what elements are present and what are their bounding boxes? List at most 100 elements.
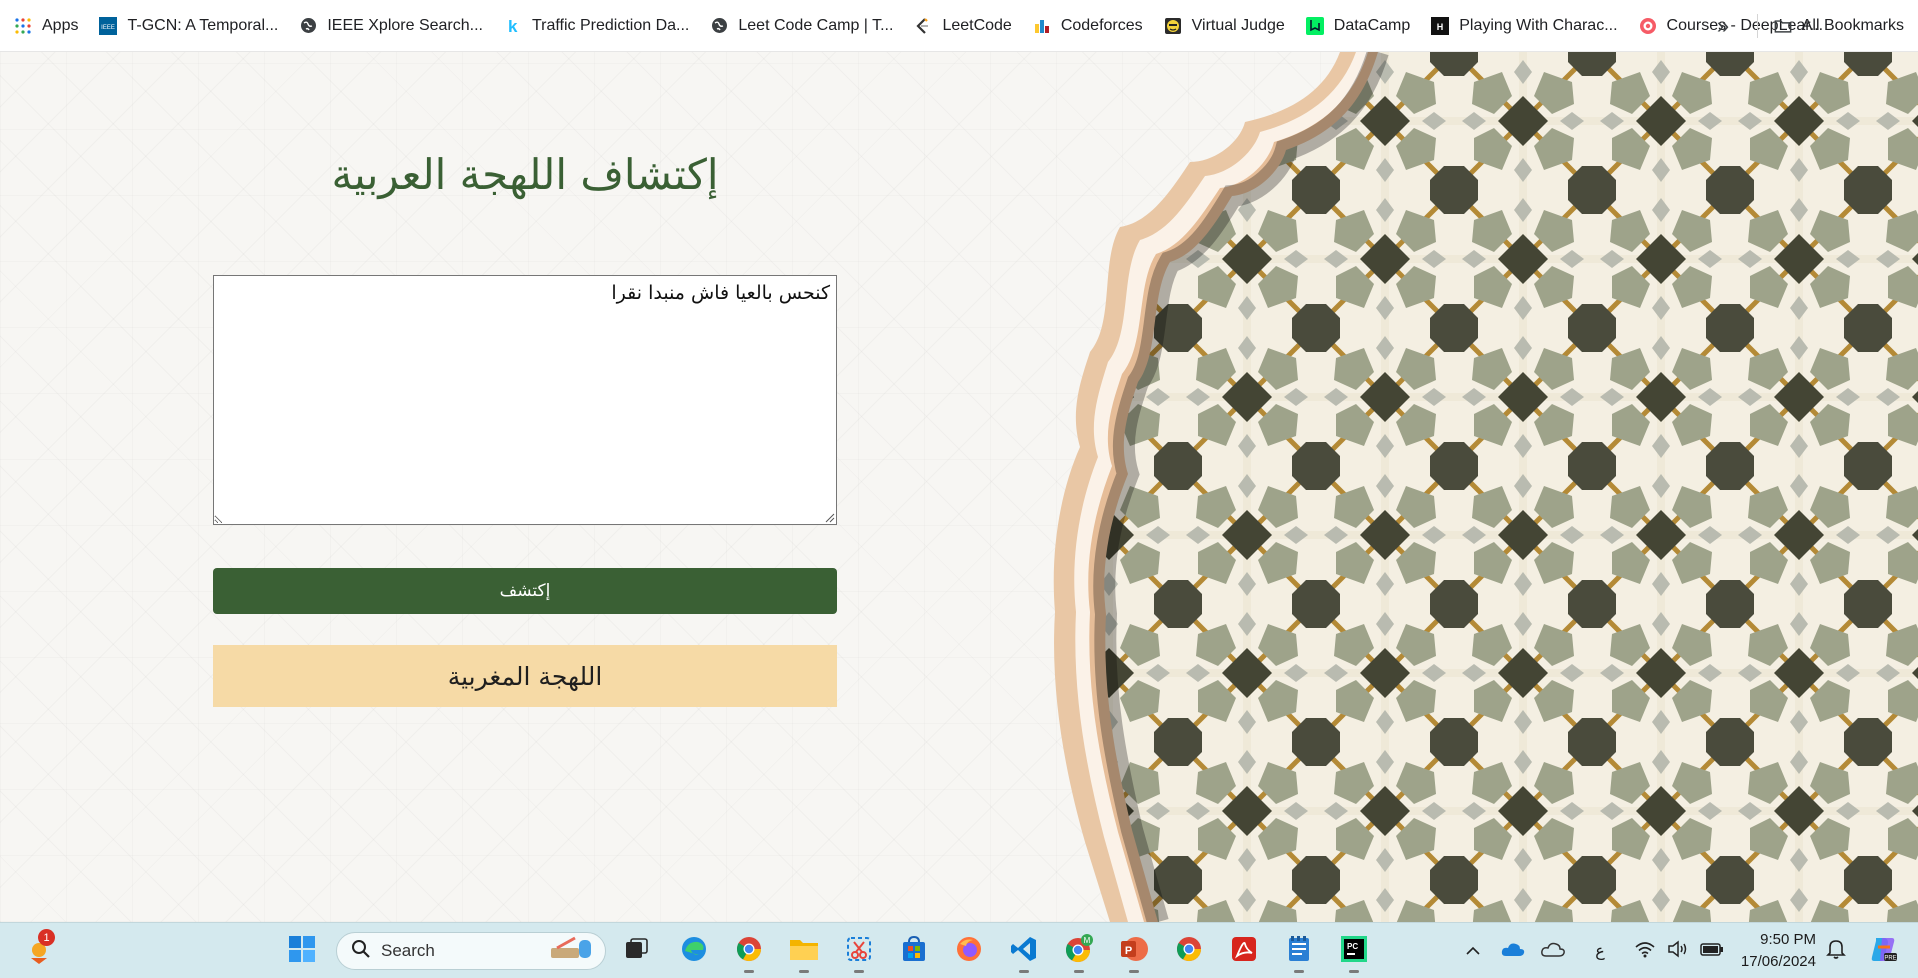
ieee-icon: IEEE: [99, 16, 118, 35]
running-indicator: [1019, 970, 1029, 973]
globe-icon: [299, 17, 317, 35]
cloud-outline-icon: [1541, 941, 1565, 961]
copilot-icon: PRE: [1868, 935, 1898, 967]
onedrive-cloud-icon: [1501, 941, 1525, 961]
taskbar-app-pycharm[interactable]: PC: [1336, 933, 1372, 973]
bell-icon: [1826, 938, 1846, 964]
wifi-icon: [1634, 940, 1656, 962]
bookmark-tgcn[interactable]: IEEE T-GCN: A Temporal...: [99, 9, 287, 43]
windows-taskbar: 1 Search M P PC ع 9:50 PM 17/06/2024 PRE: [0, 922, 1918, 978]
bookmark-label: Virtual Judge: [1191, 16, 1285, 34]
chrome-icon: [1175, 935, 1203, 967]
running-indicator: [799, 970, 809, 973]
bookmark-traffic-prediction[interactable]: k Traffic Prediction Da...: [504, 9, 698, 43]
running-indicator: [1129, 970, 1139, 973]
svg-text:PRE: PRE: [1884, 956, 1896, 962]
bookmark-label: DataCamp: [1333, 16, 1411, 34]
chrome-profile-icon: M: [1064, 934, 1094, 968]
taskbar-app-notepad[interactable]: [1281, 933, 1317, 973]
firefox-icon: [955, 935, 983, 967]
taskbar-clock[interactable]: 9:50 PM 17/06/2024: [1716, 929, 1816, 973]
bookmark-label: T-GCN: A Temporal...: [127, 16, 279, 34]
show-hidden-icons-button[interactable]: [1463, 937, 1483, 965]
svg-text:H: H: [1437, 22, 1444, 32]
chrome-icon: [735, 935, 763, 967]
volume-icon: [1667, 940, 1689, 962]
running-indicator: [1074, 970, 1084, 973]
onedrive-tray[interactable]: [1500, 937, 1526, 965]
all-bookmarks-button[interactable]: All Bookmarks: [1774, 9, 1904, 43]
bookmark-playing-with-characters[interactable]: H Playing With Charac...: [1431, 9, 1626, 43]
quick-settings-button[interactable]: [1634, 937, 1724, 965]
taskbar-app-chrome-profile[interactable]: M: [1061, 933, 1097, 973]
snipping-tool-icon: [845, 935, 873, 967]
taskbar-app-edge[interactable]: [676, 933, 712, 969]
search-highlight-icon: [549, 936, 595, 966]
notifications-button[interactable]: [1824, 937, 1848, 965]
powerpoint-icon: P: [1119, 935, 1149, 967]
running-indicator: [1349, 970, 1359, 973]
svg-text:M: M: [1084, 936, 1091, 945]
taskbar-app-store[interactable]: [896, 933, 932, 969]
dialect-text-input[interactable]: كنحس بالعيا فاش منبدا نقرا: [213, 275, 837, 525]
acrobat-icon: [1230, 935, 1258, 967]
taskbar-search[interactable]: Search: [336, 932, 606, 970]
taskbar-app-powerpoint[interactable]: P: [1116, 933, 1152, 973]
bookmarks-bar: Apps IEEE T-GCN: A Temporal... IEEE Xplo…: [0, 0, 1918, 52]
codeforces-icon: [1033, 17, 1051, 35]
bookmark-label: Playing With Charac...: [1459, 16, 1618, 34]
start-button[interactable]: [284, 933, 320, 969]
task-view-button[interactable]: [618, 933, 654, 969]
widgets-button[interactable]: 1: [22, 929, 58, 969]
bookmark-virtual-judge[interactable]: Virtual Judge: [1164, 9, 1294, 43]
microsoft-store-icon: [900, 935, 928, 967]
bookmarks-overflow-button[interactable]: »: [1708, 10, 1738, 42]
globe-icon: [710, 17, 728, 35]
chevron-up-icon: [1465, 943, 1481, 960]
bookmarks-separator: [1757, 14, 1758, 38]
svg-text:P: P: [1125, 945, 1132, 957]
bookmark-ieee-xplore[interactable]: IEEE Xplore Search...: [299, 9, 492, 43]
running-indicator: [1294, 970, 1304, 973]
taskbar-app-firefox[interactable]: [951, 933, 987, 969]
onedrive-personal-tray[interactable]: [1540, 937, 1566, 965]
task-view-icon: [623, 936, 649, 966]
taskbar-app-file-explorer[interactable]: [786, 933, 822, 973]
bookmark-leetcode-camp[interactable]: Leet Code Camp | T...: [710, 9, 902, 43]
taskbar-app-chrome-2[interactable]: [1171, 933, 1207, 969]
kaggle-icon: k: [504, 17, 522, 35]
bookmark-label: Leet Code Camp | T...: [738, 16, 894, 34]
bookmark-leetcode[interactable]: LeetCode: [914, 9, 1020, 43]
windows-start-icon: [288, 935, 316, 967]
virtual-judge-icon: [1164, 17, 1182, 35]
search-icon: [351, 939, 371, 963]
clock-date: 17/06/2024: [1740, 953, 1816, 970]
folder-icon: [1774, 17, 1792, 35]
leetcode-icon: [914, 17, 932, 35]
copilot-button[interactable]: PRE: [1866, 937, 1900, 965]
zellige-arch-decoration: [1053, 52, 1918, 922]
taskbar-app-snipping-tool[interactable]: [841, 933, 877, 973]
bookmark-label: LeetCode: [942, 16, 1012, 34]
detected-dialect-result: اللهجة المغربية: [213, 645, 837, 707]
search-placeholder: Search: [381, 941, 435, 960]
taskbar-app-acrobat[interactable]: [1226, 933, 1262, 969]
bookmark-label: Traffic Prediction Da...: [531, 16, 690, 34]
bookmark-label: IEEE Xplore Search...: [327, 16, 483, 34]
hashnode-icon: H: [1431, 16, 1450, 35]
clock-time: 9:50 PM: [1760, 931, 1816, 948]
bookmark-apps[interactable]: Apps: [14, 9, 87, 43]
bookmark-label: Codeforces: [1060, 16, 1143, 34]
taskbar-app-chrome[interactable]: [731, 933, 767, 973]
edge-icon: [680, 935, 708, 967]
pycharm-icon: PC: [1340, 935, 1368, 967]
bookmark-codeforces[interactable]: Codeforces: [1033, 9, 1152, 43]
vscode-icon: [1010, 935, 1038, 967]
detect-button[interactable]: إكتشف: [213, 568, 837, 614]
notepad-icon: [1286, 935, 1312, 967]
bookmark-datacamp[interactable]: DataCamp: [1305, 9, 1419, 43]
input-language-indicator[interactable]: ع: [1590, 937, 1610, 965]
svg-text:IEEE: IEEE: [102, 25, 116, 31]
taskbar-app-vscode[interactable]: [1006, 933, 1042, 973]
svg-text:PC: PC: [1347, 942, 1358, 951]
